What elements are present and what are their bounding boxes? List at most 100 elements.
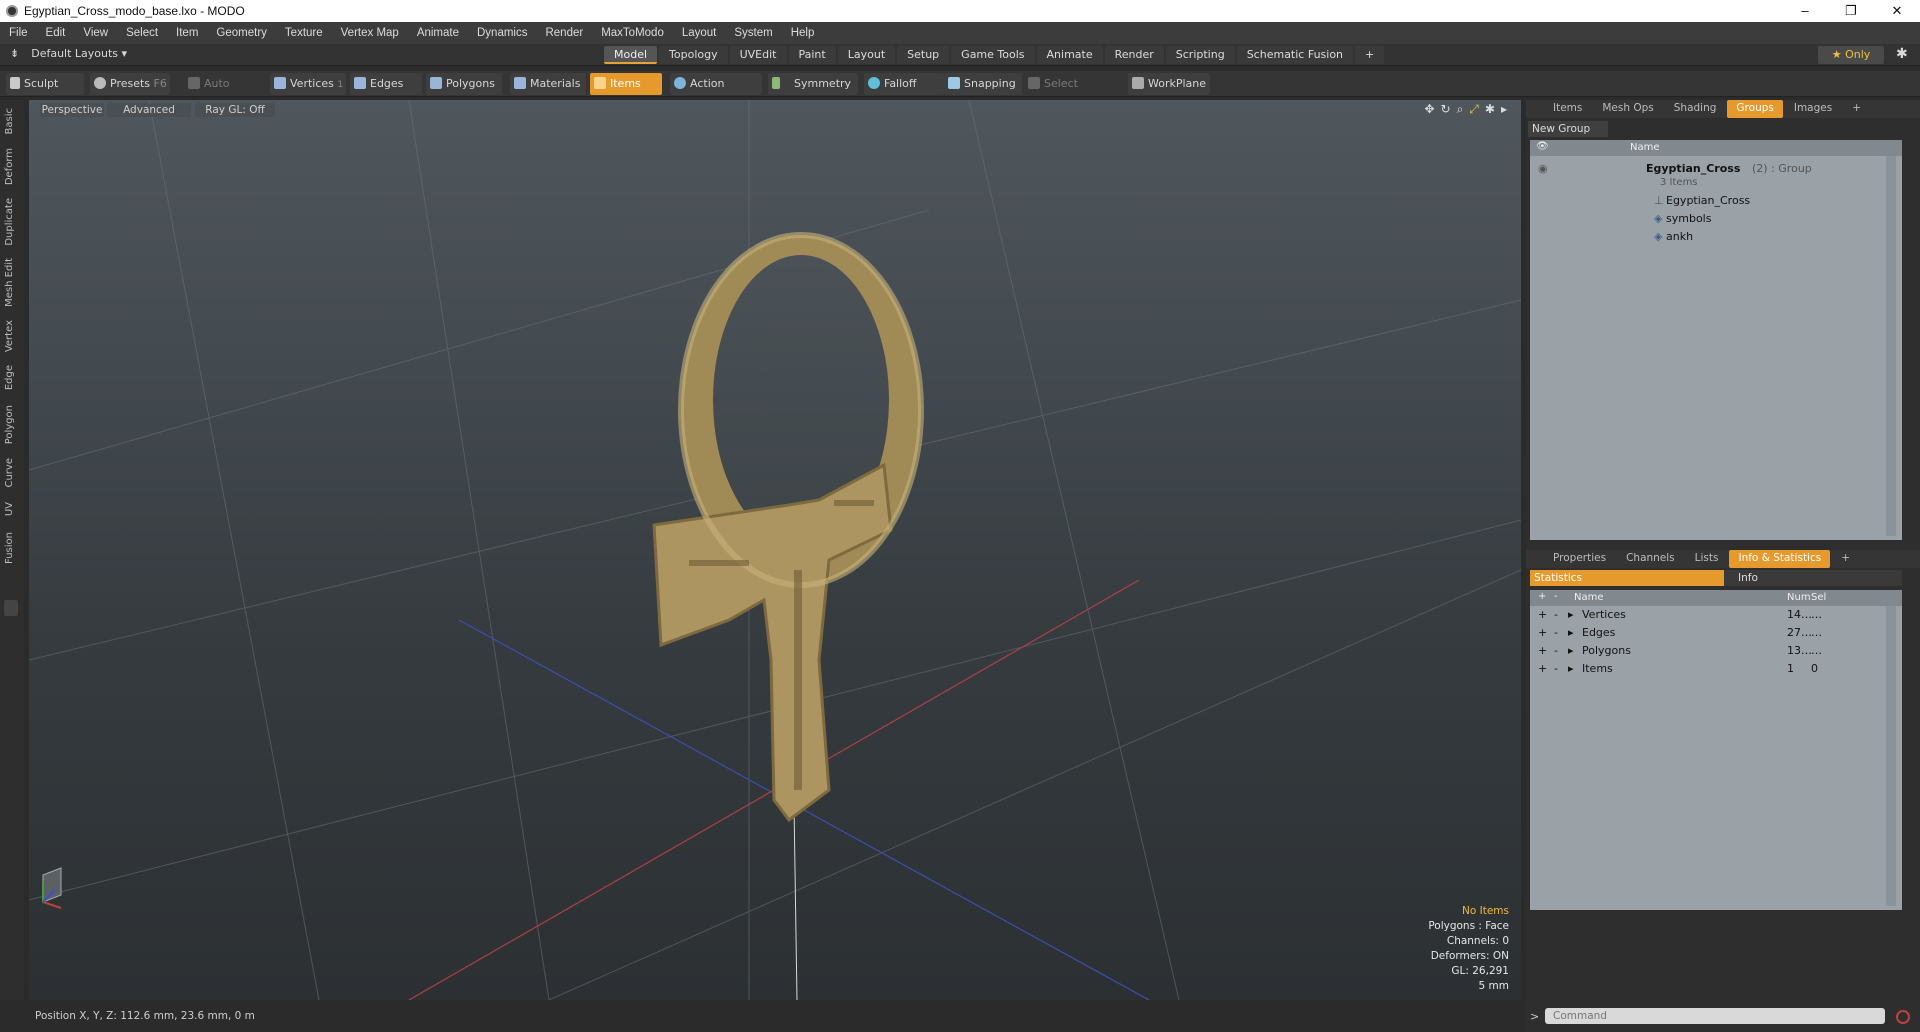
expand-arrow-icon[interactable]: ▸	[1568, 606, 1574, 624]
materials-mode-button[interactable]: Materials	[510, 73, 586, 95]
menu-select[interactable]: Select	[117, 27, 167, 39]
remove-icon[interactable]: -	[1554, 624, 1558, 642]
menu-edit[interactable]: Edit	[37, 27, 75, 39]
remove-icon[interactable]: -	[1554, 606, 1558, 624]
groups-scrollbar[interactable]	[1886, 156, 1896, 536]
select-through-button[interactable]: Select Through	[1024, 73, 1122, 112]
expand-arrow-icon[interactable]: ▸	[1568, 660, 1574, 678]
statistics-subtab[interactable]: Statistics	[1530, 570, 1724, 586]
stat-row-polygons[interactable]: + - ▸ Polygons 13… …	[1530, 642, 1902, 660]
menu-system[interactable]: System	[725, 27, 781, 39]
lefttab-basic[interactable]: Basic	[4, 108, 15, 134]
vertices-mode-button[interactable]: Vertices 1	[270, 73, 346, 95]
tree-item-egyptian-cross[interactable]: ⊥ Egyptian_Cross	[1530, 192, 1902, 210]
lefttab-fusion[interactable]: Fusion	[4, 532, 15, 564]
remove-icon[interactable]: -	[1554, 642, 1558, 660]
menu-maxtomodo[interactable]: MaxToModo	[592, 27, 673, 39]
layouts-toggle-icon[interactable]: ⇟	[10, 47, 19, 60]
collapse-all-icon[interactable]: -	[1554, 591, 1558, 602]
add-icon[interactable]: +	[1538, 606, 1547, 624]
sculpt-button[interactable]: Sculpt	[6, 73, 84, 95]
lefttab-mesh-edit[interactable]: Mesh Edit	[4, 258, 15, 307]
add-tab-button[interactable]: +	[1355, 46, 1385, 64]
tab-properties[interactable]: Properties	[1544, 550, 1615, 568]
3d-viewport[interactable]: ● Perspective Advanced Ray GL: Off ✥ ↻ ⌕…	[29, 100, 1521, 1000]
lefttab-duplicate[interactable]: Duplicate	[4, 198, 15, 246]
menu-texture[interactable]: Texture	[276, 27, 332, 39]
fit-icon[interactable]: ⤢	[1469, 102, 1479, 117]
info-subtab[interactable]: Info	[1724, 570, 1902, 586]
add-icon[interactable]: +	[1538, 660, 1547, 678]
only-toggle[interactable]: ★ Only	[1818, 46, 1884, 64]
left-panel-toggle[interactable]	[4, 600, 18, 616]
tab-animate[interactable]: Animate	[1036, 46, 1103, 64]
tab-game-tools[interactable]: Game Tools	[951, 46, 1035, 64]
tab-render[interactable]: Render	[1104, 46, 1164, 64]
tab-info-statistics[interactable]: Info & Statistics	[1729, 550, 1831, 568]
command-record-icon[interactable]	[1896, 1010, 1910, 1024]
lefttab-curve[interactable]: Curve	[4, 458, 15, 488]
add-panel-tab[interactable]: +	[1843, 100, 1870, 118]
tab-model[interactable]: Model	[604, 46, 658, 64]
add-panel-tab[interactable]: +	[1832, 550, 1859, 568]
expand-all-icon[interactable]: +	[1538, 591, 1546, 602]
items-mode-button[interactable]: Items	[590, 73, 662, 95]
default-layouts-dropdown[interactable]: Default Layouts ▾	[31, 47, 127, 60]
tab-paint[interactable]: Paint	[788, 46, 836, 64]
view-mode-dropdown[interactable]: Perspective	[40, 103, 104, 117]
tab-images[interactable]: Images	[1785, 100, 1841, 118]
tab-uvedit[interactable]: UVEdit	[729, 46, 787, 64]
menu-vertex-map[interactable]: Vertex Map	[332, 27, 408, 39]
stat-row-vertices[interactable]: + - ▸ Vertices 14… …	[1530, 606, 1902, 624]
tree-item-symbols[interactable]: ◈ symbols	[1530, 210, 1902, 228]
auto-select-button[interactable]: Auto Select	[184, 73, 264, 112]
menu-file[interactable]: File	[0, 27, 37, 39]
tab-channels[interactable]: Channels	[1617, 550, 1684, 568]
viewport-settings-icon[interactable]: ✱	[1485, 102, 1495, 117]
menu-dynamics[interactable]: Dynamics	[468, 27, 536, 39]
lefttab-polygon[interactable]: Polygon	[4, 405, 15, 444]
stat-row-items[interactable]: + - ▸ Items 1 0	[1530, 660, 1902, 678]
lefttab-deform[interactable]: Deform	[4, 148, 15, 185]
menu-geometry[interactable]: Geometry	[207, 27, 276, 39]
expand-arrow-icon[interactable]: ▸	[1568, 642, 1574, 660]
expand-arrow-icon[interactable]: ▸	[1568, 624, 1574, 642]
statistics-scrollbar[interactable]	[1886, 606, 1896, 906]
pan-icon[interactable]: ✥	[1424, 102, 1434, 117]
menu-render[interactable]: Render	[536, 27, 592, 39]
snapping-button[interactable]: Snapping	[944, 73, 1022, 95]
gear-icon[interactable]: ✱	[1896, 46, 1908, 62]
presets-button[interactable]: Presets F6	[90, 73, 170, 95]
symmetry-button[interactable]: Symmetry	[768, 73, 858, 95]
tab-shading[interactable]: Shading	[1665, 100, 1726, 118]
rotate-icon[interactable]: ↻	[1441, 102, 1451, 117]
menu-view[interactable]: View	[74, 27, 117, 39]
tab-scripting[interactable]: Scripting	[1165, 46, 1235, 64]
workplane-button[interactable]: WorkPlane	[1128, 73, 1210, 95]
edges-mode-button[interactable]: Edges 2	[350, 73, 422, 112]
add-icon[interactable]: +	[1538, 624, 1547, 642]
menu-item[interactable]: Item	[167, 27, 207, 39]
polygons-mode-button[interactable]: Polygons	[426, 73, 502, 95]
lefttab-edge[interactable]: Edge	[4, 365, 15, 390]
tab-lists[interactable]: Lists	[1686, 550, 1728, 568]
menu-animate[interactable]: Animate	[408, 27, 468, 39]
tab-items[interactable]: Items	[1544, 100, 1591, 118]
maximize-button[interactable]: ❐	[1828, 0, 1874, 22]
new-group-button[interactable]: New Group	[1528, 121, 1608, 137]
zoom-icon[interactable]: ⌕	[1457, 102, 1464, 117]
lefttab-vertex[interactable]: Vertex	[4, 320, 15, 352]
tab-setup[interactable]: Setup	[897, 46, 950, 64]
minimize-button[interactable]: –	[1782, 0, 1828, 22]
falloff-button[interactable]: Falloff	[864, 73, 944, 95]
menu-help[interactable]: Help	[782, 27, 824, 39]
tab-mesh-ops[interactable]: Mesh Ops	[1593, 100, 1662, 118]
shading-dropdown[interactable]: Advanced	[107, 103, 191, 117]
viewport-expand-icon[interactable]: ▸	[1501, 102, 1507, 117]
menu-layout[interactable]: Layout	[673, 27, 726, 39]
tab-schematic-fusion[interactable]: Schematic Fusion	[1236, 46, 1354, 64]
close-button[interactable]: ✕	[1874, 0, 1920, 22]
remove-icon[interactable]: -	[1554, 660, 1558, 678]
raygl-toggle[interactable]: Ray GL: Off	[195, 103, 275, 117]
tab-groups[interactable]: Groups	[1727, 100, 1783, 118]
